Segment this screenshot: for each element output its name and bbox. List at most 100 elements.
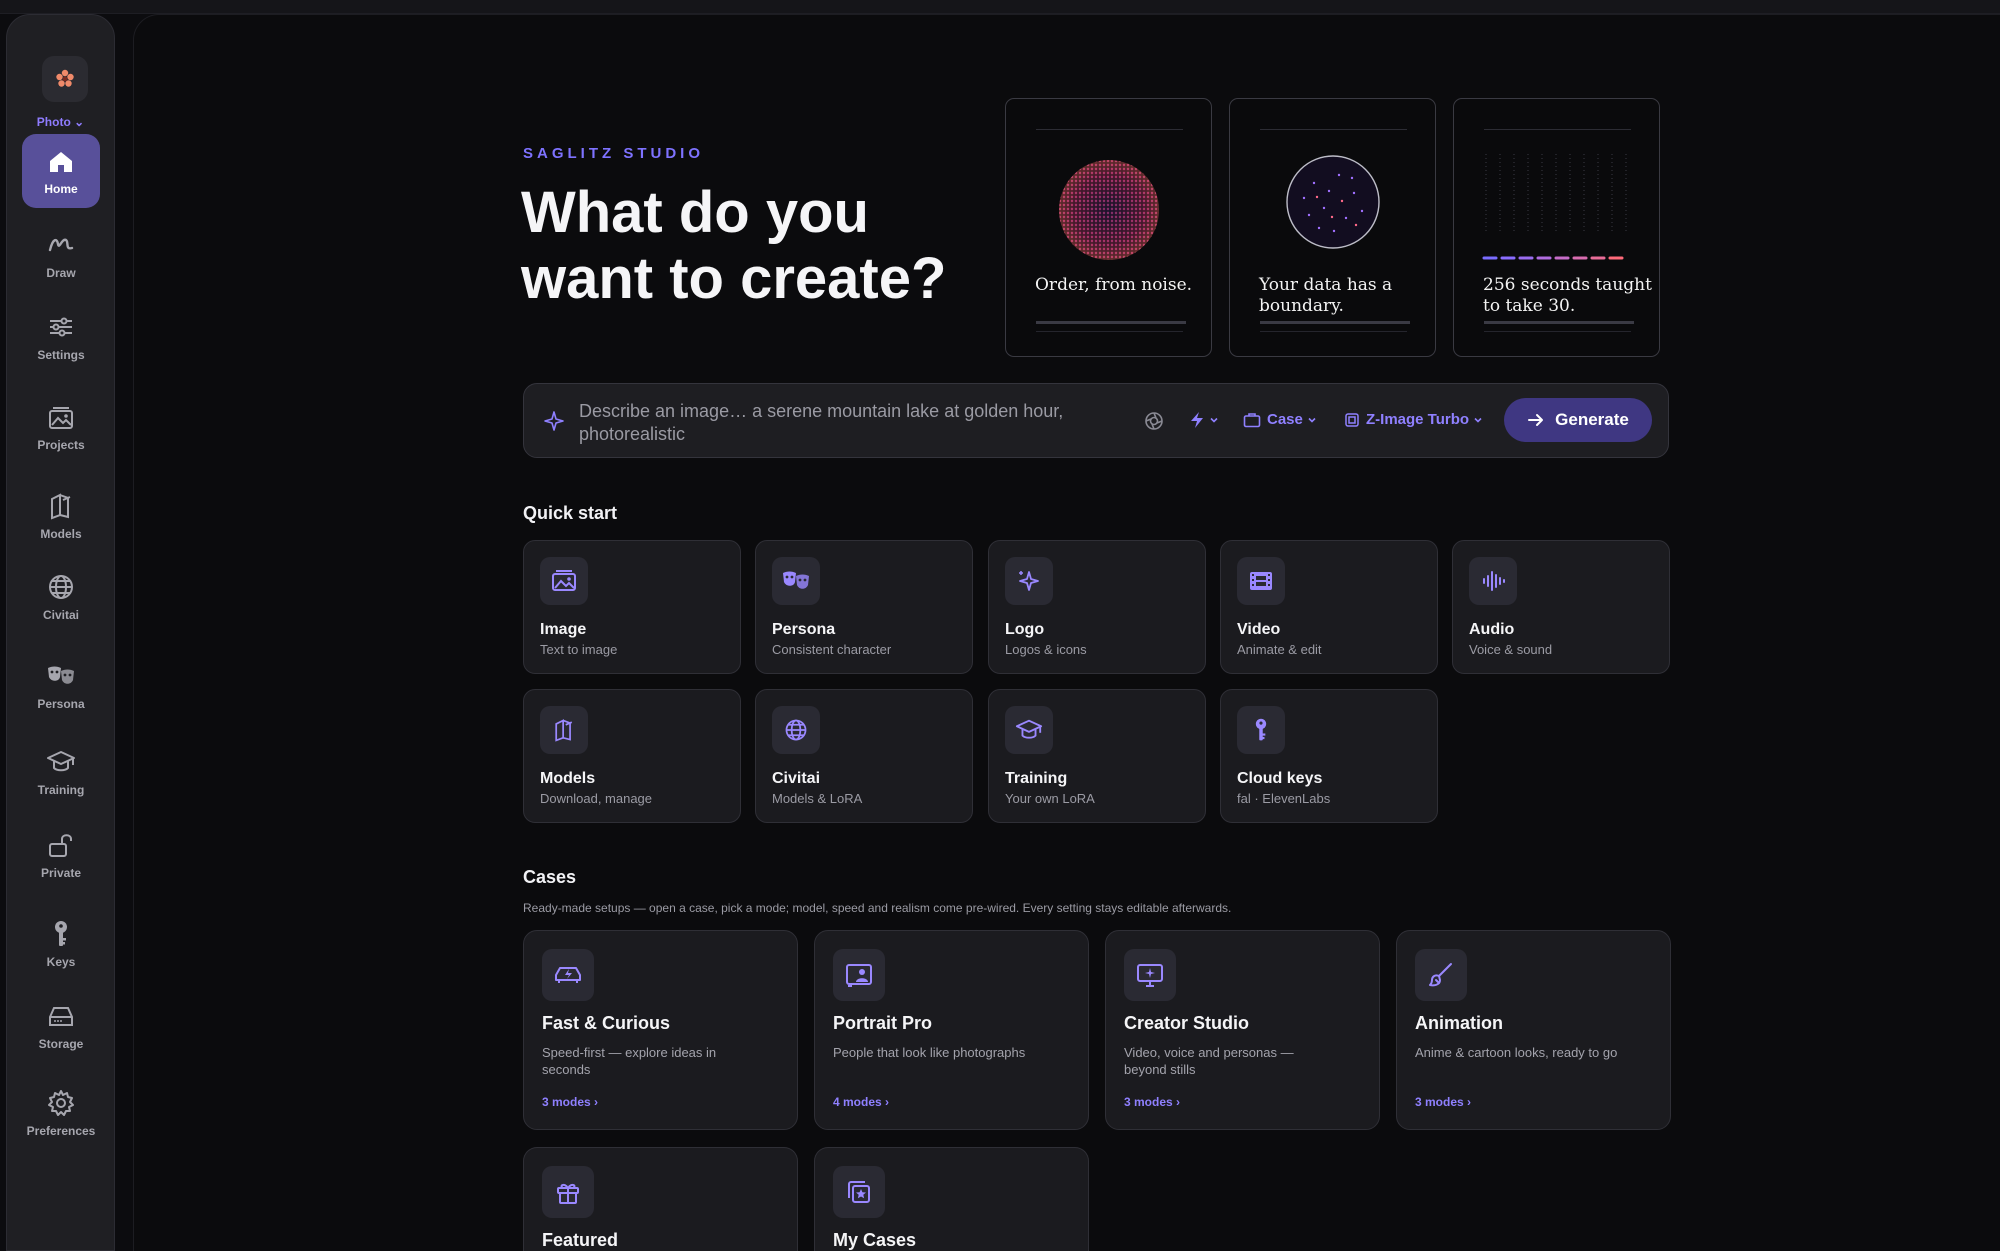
case-modes-link[interactable]: 3 modes › xyxy=(1415,1095,1471,1109)
chevron-down-icon xyxy=(1210,417,1218,423)
generate-button[interactable]: Generate xyxy=(1504,398,1652,442)
style-button[interactable] xyxy=(1144,411,1164,431)
prompt-input[interactable]: Describe an image… a serene mountain lak… xyxy=(579,400,1119,446)
tile-title: Image xyxy=(540,621,587,638)
sidebar-item-keys[interactable]: Keys xyxy=(22,919,100,969)
cases-description: Ready-made setups — open a case, pick a … xyxy=(523,901,1232,915)
quick-tile-image[interactable]: Image Text to image xyxy=(523,540,741,674)
showcase-poster[interactable]: 256 seconds taught to take 30. xyxy=(1453,98,1660,357)
speed-dropdown[interactable] xyxy=(1189,411,1220,429)
chip-icon xyxy=(1345,412,1359,427)
gear-icon xyxy=(48,1090,74,1116)
poster-header-rule xyxy=(1260,129,1407,131)
masks-icon xyxy=(783,571,809,589)
case-subtitle: Anime & cartoon looks, ready to go xyxy=(1415,1045,1618,1060)
case-icon-box xyxy=(1415,949,1467,1001)
home-icon xyxy=(50,151,72,172)
case-dropdown[interactable]: Case xyxy=(1243,411,1318,428)
poster-title: 256 seconds taught to take 30. xyxy=(1483,275,1652,316)
sidebar-item-models[interactable]: Models xyxy=(22,491,100,541)
key-icon xyxy=(55,921,67,946)
tile-icon-box xyxy=(540,706,588,754)
poster-subtext xyxy=(1484,321,1634,324)
quick-tile-cloud-keys[interactable]: Cloud keys fal · ElevenLabs xyxy=(1220,689,1438,823)
sidebar-item-label: Projects xyxy=(37,438,85,452)
quick-tile-audio[interactable]: Audio Voice & sound xyxy=(1452,540,1670,674)
sidebar-item-label: Storage xyxy=(38,1037,84,1051)
quick-tile-persona[interactable]: Persona Consistent character xyxy=(755,540,973,674)
sidebar-item-draw[interactable]: Draw xyxy=(22,230,100,280)
case-subtitle: People that look like photographs xyxy=(833,1045,1026,1060)
poster-footer-rule xyxy=(1036,331,1183,333)
quick-tile-logo[interactable]: Logo Logos & icons xyxy=(988,540,1206,674)
section-title-quick-start: Quick start xyxy=(523,503,618,523)
showcase-poster[interactable]: Your data has a boundary. xyxy=(1229,98,1436,357)
case-modes-link[interactable]: 3 modes › xyxy=(1124,1095,1180,1109)
sidebar-item-label: Persona xyxy=(37,697,85,711)
tile-title: Video xyxy=(1237,621,1281,638)
globe-icon xyxy=(49,575,73,599)
sidebar-item-settings[interactable]: Settings xyxy=(22,312,100,362)
tile-subtitle: Logos & icons xyxy=(1005,642,1087,657)
poster-subtext xyxy=(1260,321,1410,324)
sidebar-item-label: Home xyxy=(44,181,78,196)
quick-tile-models[interactable]: Models Download, manage xyxy=(523,689,741,823)
showcase-poster[interactable]: Order, from noise. xyxy=(1005,98,1212,357)
quick-tile-civitai[interactable]: Civitai Models & LoRA xyxy=(755,689,973,823)
case-icon-box xyxy=(542,1166,594,1218)
tile-icon-box xyxy=(1237,557,1285,605)
sidebar-item-private[interactable]: Private xyxy=(22,830,100,880)
poster-footer-rule xyxy=(1484,331,1631,333)
mode-label: Photo xyxy=(36,115,71,129)
tile-icon-box xyxy=(1005,557,1053,605)
case-modes-link[interactable]: 3 modes › xyxy=(542,1095,598,1109)
tile-subtitle: Download, manage xyxy=(540,791,653,806)
case-icon-box xyxy=(833,1166,885,1218)
model-dropdown[interactable]: Z-Image Turbo xyxy=(1344,411,1484,428)
globe-icon xyxy=(785,719,807,741)
case-card-fast-curious[interactable]: Fast & Curious Speed-first — explore ide… xyxy=(523,930,798,1130)
tile-subtitle: Voice & sound xyxy=(1469,642,1553,657)
tile-subtitle: Your own LoRA xyxy=(1005,791,1095,806)
sidebar-item-persona[interactable]: Persona xyxy=(22,661,100,711)
case-card-featured[interactable]: Featured xyxy=(523,1147,798,1251)
quick-tile-training[interactable]: Training Your own LoRA xyxy=(988,689,1206,823)
brush-icon xyxy=(1429,963,1452,987)
bar-grid-graphic xyxy=(1482,154,1627,260)
case-card-portrait-pro[interactable]: Portrait Pro People that look like photo… xyxy=(814,930,1089,1130)
tile-subtitle: Consistent character xyxy=(772,642,892,657)
tile-title: Cloud keys xyxy=(1237,770,1323,787)
app-logo-button[interactable] xyxy=(42,56,88,102)
image-icon xyxy=(552,570,576,591)
tile-icon-box xyxy=(1469,557,1517,605)
projects-icon xyxy=(49,407,73,429)
chevron-down-icon xyxy=(1308,417,1316,423)
sparkle-icon xyxy=(544,411,564,431)
mode-switcher[interactable]: Photo ⌄ xyxy=(7,115,114,129)
monitor-icon xyxy=(1137,964,1163,987)
case-card-creator-studio[interactable]: Creator Studio Video, voice and personas… xyxy=(1105,930,1380,1130)
sidebar-item-training[interactable]: Training xyxy=(22,747,100,797)
sidebar-item-storage[interactable]: Storage xyxy=(22,1001,100,1051)
poster-title: Your data has a boundary. xyxy=(1259,275,1393,316)
case-card-animation[interactable]: Animation Anime & cartoon looks, ready t… xyxy=(1396,930,1671,1130)
models-icon xyxy=(51,493,71,520)
poster-header-rule xyxy=(1484,129,1631,131)
arrow-right-icon xyxy=(1528,414,1544,426)
lightning-icon xyxy=(1191,412,1203,428)
sidebar-item-projects[interactable]: Projects xyxy=(22,402,100,452)
quick-tile-video[interactable]: Video Animate & edit xyxy=(1220,540,1438,674)
sidebar-item-home[interactable]: Home xyxy=(22,134,100,208)
tile-icon-box xyxy=(772,706,820,754)
sidebar-item-preferences[interactable]: Preferences xyxy=(22,1088,100,1138)
case-title: Animation xyxy=(1415,1013,1503,1033)
film-icon xyxy=(1250,572,1272,590)
model-label: Z-Image Turbo xyxy=(1366,411,1470,428)
sidebar-item-label: Training xyxy=(37,783,85,797)
gift-icon xyxy=(557,1183,579,1204)
case-modes-link[interactable]: 4 modes › xyxy=(833,1095,889,1109)
case-title: Creator Studio xyxy=(1124,1013,1250,1033)
sidebar-item-civitai[interactable]: Civitai xyxy=(22,572,100,622)
case-card-my-cases[interactable]: My Cases xyxy=(814,1147,1089,1251)
tile-icon-box xyxy=(772,557,820,605)
